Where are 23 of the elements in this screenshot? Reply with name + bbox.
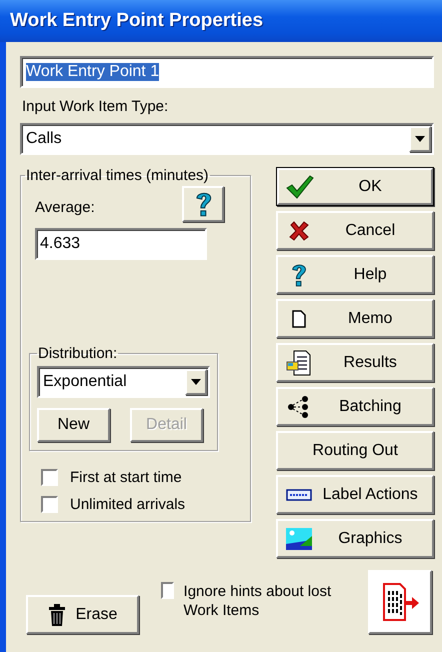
- work-item-type-dropdown[interactable]: Calls: [20, 123, 434, 155]
- action-button[interactable]: Graphics: [276, 519, 434, 558]
- action-button[interactable]: Memo: [276, 299, 434, 338]
- average-field[interactable]: 4.633: [35, 228, 207, 260]
- distribution-button[interactable]: New: [37, 408, 110, 442]
- action-button[interactable]: Routing Out: [276, 431, 434, 470]
- average-label: Average:: [35, 199, 95, 216]
- checkbox-label: Ignore hints about lost Work Items: [184, 582, 332, 620]
- window-title: Work Entry Point Properties: [10, 10, 264, 32]
- erase-button[interactable]: Erase: [26, 595, 139, 634]
- group-title: Distribution:: [37, 345, 118, 362]
- checkbox-label: First at start time: [70, 469, 182, 486]
- action-button[interactable]: OK: [276, 167, 434, 206]
- action-button[interactable]: Batching: [276, 387, 434, 426]
- name-field[interactable]: Work Entry Point 1: [20, 56, 434, 88]
- checkbox-label: Unlimited arrivals: [70, 496, 186, 513]
- action-button[interactable]: Cancel: [276, 211, 434, 250]
- action-button[interactable]: Label Actions: [276, 475, 434, 514]
- action-button[interactable]: Help: [276, 255, 434, 294]
- group-title: Inter-arrival times (minutes): [25, 167, 210, 184]
- work-item-type-label: Input Work Item Type:: [22, 98, 170, 115]
- distribution-dropdown[interactable]: Exponential: [37, 366, 210, 398]
- action-button[interactable]: Results: [276, 343, 434, 382]
